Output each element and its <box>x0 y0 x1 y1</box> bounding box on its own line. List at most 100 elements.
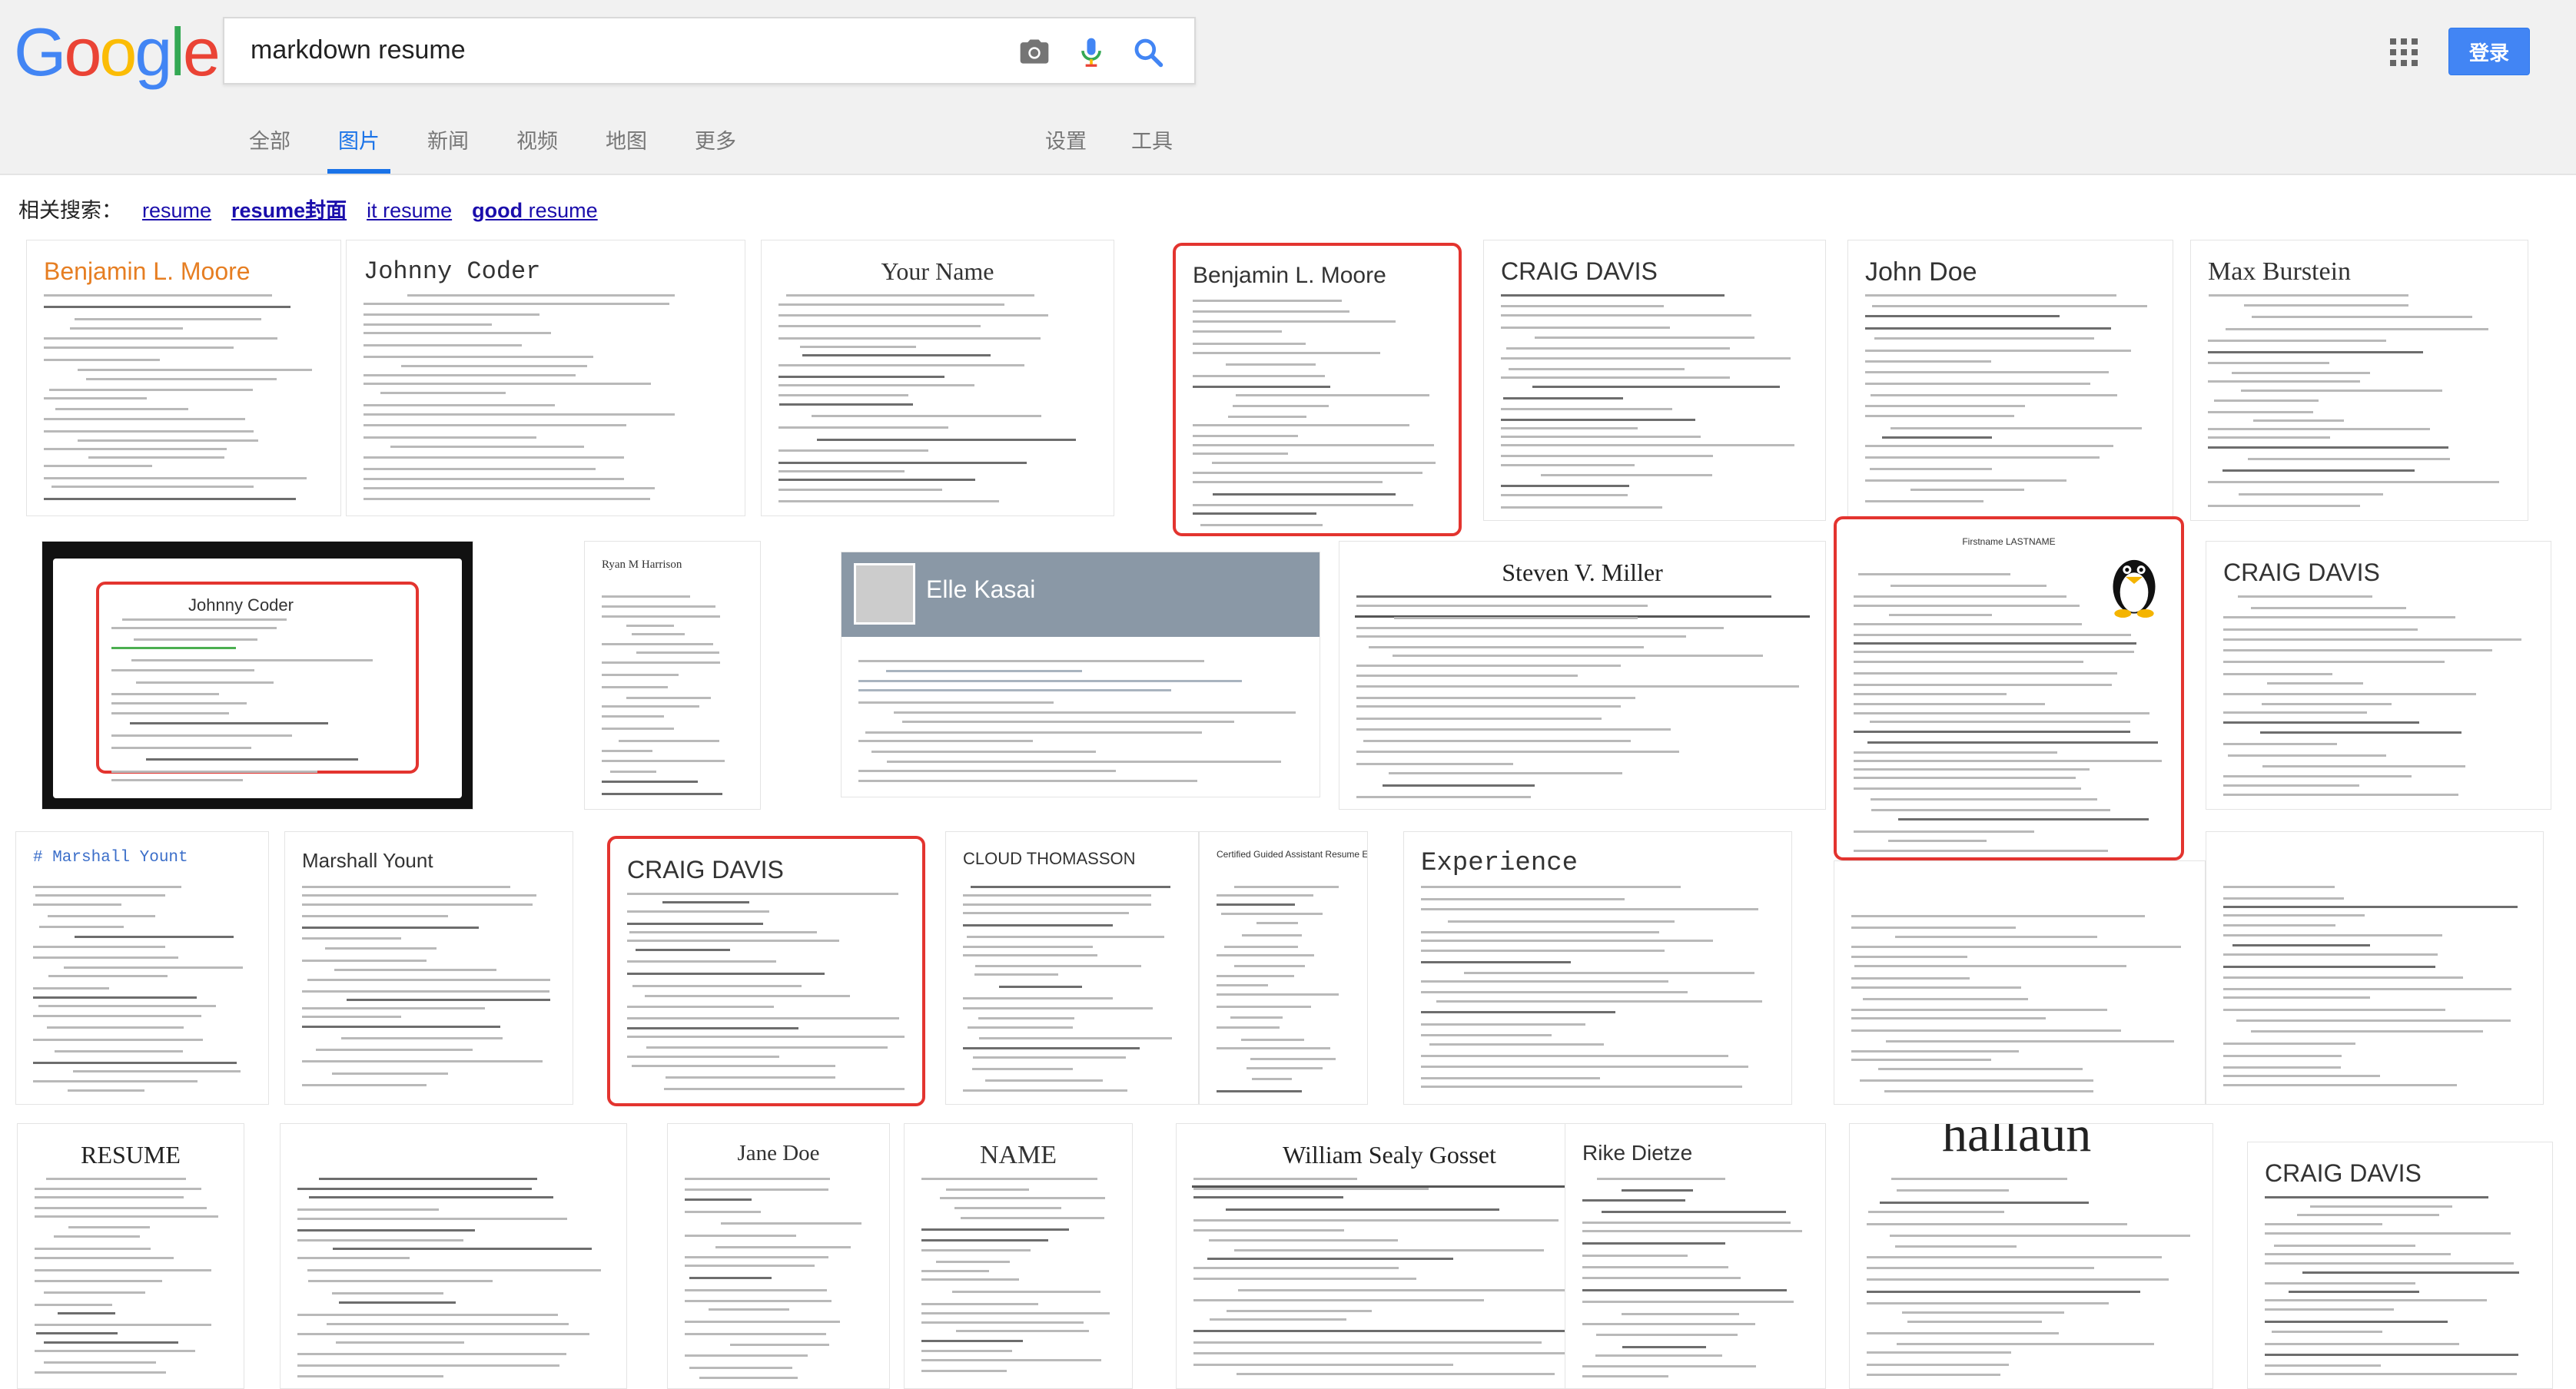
image-result[interactable] <box>280 1123 627 1389</box>
tab-images[interactable]: 图片 <box>327 124 390 174</box>
image-result[interactable]: John Doe <box>1847 240 2173 521</box>
text-line <box>1210 1318 1346 1321</box>
text-line <box>2244 304 2408 307</box>
text-line <box>44 498 296 500</box>
text-line <box>602 615 720 618</box>
image-result[interactable] <box>1834 860 2206 1105</box>
tab-news[interactable]: 新闻 <box>427 124 469 174</box>
image-result[interactable]: Benjamin L. Moore <box>26 240 341 516</box>
image-result[interactable]: Your Name <box>761 240 1114 516</box>
image-result[interactable]: Jane Doe <box>667 1123 890 1389</box>
related-searches: 相关搜索： resume resume封面 it resume good res… <box>18 194 598 224</box>
search-box[interactable]: markdown resume <box>223 17 1196 85</box>
tab-videos[interactable]: 视频 <box>516 124 558 174</box>
result-title: Marshall Yount <box>302 849 433 872</box>
text-line <box>1436 1000 1762 1003</box>
image-result[interactable]: Marshall Yount <box>284 831 573 1105</box>
text-line <box>302 1026 500 1028</box>
text-line <box>2223 1066 2341 1069</box>
text-line <box>2223 693 2476 695</box>
result-title: NAME <box>979 1141 1057 1169</box>
tools-link[interactable]: 工具 <box>1131 124 1173 174</box>
image-result[interactable]: NAME <box>904 1123 1133 1389</box>
text-line <box>1464 972 1754 974</box>
tab-all[interactable]: 全部 <box>249 124 290 174</box>
google-logo[interactable]: Google <box>14 14 221 90</box>
text-line <box>130 722 328 724</box>
image-result[interactable] <box>2206 831 2544 1105</box>
image-result-selected[interactable]: Firstname LASTNAME <box>1834 516 2184 860</box>
image-result[interactable]: CLOUD THOMASSON <box>945 831 1199 1105</box>
image-result[interactable]: Elle Kasai <box>841 552 1320 797</box>
camera-icon[interactable] <box>1017 35 1051 69</box>
search-input[interactable]: markdown resume <box>251 35 466 65</box>
text-line <box>1501 408 1672 410</box>
login-button[interactable]: 登录 <box>2448 28 2530 75</box>
text-line <box>602 605 715 608</box>
text-line <box>1867 1332 2059 1334</box>
text-line <box>1356 796 1531 798</box>
image-result[interactable]: Max Burstein <box>2190 240 2528 521</box>
image-result[interactable]: William Sealy Gosset <box>1176 1123 1603 1389</box>
image-result[interactable]: CRAIG DAVIS <box>2206 541 2551 810</box>
text-line <box>778 314 1048 317</box>
tab-more[interactable]: 更多 <box>695 124 736 174</box>
text-line <box>1867 1302 2109 1304</box>
text-line <box>1582 1277 1741 1279</box>
related-search-link[interactable]: resume <box>142 199 211 223</box>
microphone-icon[interactable] <box>1074 35 1108 69</box>
text-line <box>1193 1188 1429 1190</box>
text-line <box>602 781 698 783</box>
text-line <box>33 996 197 999</box>
text-line <box>35 1248 151 1250</box>
text-line <box>2223 661 2445 663</box>
text-line <box>2223 721 2419 724</box>
text-line <box>1501 376 1730 379</box>
text-line <box>1234 886 1339 888</box>
related-search-link[interactable]: resume封面 <box>231 194 347 224</box>
text-line <box>1193 1278 1416 1280</box>
text-line <box>363 413 675 416</box>
image-result[interactable]: Johnny Coder <box>41 541 473 810</box>
settings-link[interactable]: 设置 <box>1045 124 1087 174</box>
image-result[interactable]: CRAIG DAVIS <box>2247 1142 2553 1389</box>
text-line <box>952 1291 1100 1293</box>
image-result[interactable]: # Marshall Yount <box>15 831 269 1105</box>
apps-grid-icon[interactable] <box>2390 38 2418 66</box>
text-line <box>1854 642 2136 645</box>
image-result[interactable]: Certified Guided Assistant Resume Exampl… <box>1199 831 1368 1105</box>
logo-letter: o <box>64 14 101 90</box>
text-line <box>1874 337 2094 340</box>
text-line <box>2223 1009 2445 1011</box>
text-line <box>1878 1068 2083 1070</box>
image-result[interactable]: Rike Dietze <box>1565 1123 1826 1389</box>
text-line <box>1356 697 1635 699</box>
text-line <box>627 1056 779 1058</box>
text-line <box>685 1235 796 1237</box>
image-result[interactable]: CRAIG DAVIS <box>1483 240 1826 521</box>
text-line <box>297 1375 443 1377</box>
text-line <box>2274 1245 2415 1247</box>
text-line <box>1356 685 1799 688</box>
text-line <box>2223 1043 2355 1045</box>
related-search-link[interactable]: it resume <box>367 199 452 223</box>
related-search-link[interactable]: good resume <box>472 199 598 223</box>
text-line <box>333 1248 592 1250</box>
image-result[interactable]: Steven V. Miller <box>1339 541 1826 810</box>
text-line <box>1867 1374 2000 1376</box>
image-result-selected[interactable]: CRAIG DAVIS <box>607 836 925 1106</box>
image-result[interactable]: Experience <box>1403 831 1792 1105</box>
image-result-selected[interactable]: Benjamin L. Moore <box>1173 243 1462 536</box>
text-line <box>1854 751 2057 754</box>
text-line <box>1602 1211 1786 1213</box>
text-line <box>963 954 1097 956</box>
image-result[interactable]: RESUME <box>17 1123 244 1389</box>
tab-maps[interactable]: 地图 <box>606 124 647 174</box>
image-result[interactable]: Ryan M Harrison <box>584 541 761 810</box>
text-line <box>1356 675 1578 677</box>
search-icon[interactable] <box>1131 35 1165 69</box>
text-line <box>363 487 655 489</box>
text-line <box>1217 903 1295 906</box>
image-result[interactable]: hallaun <box>1849 1123 2213 1389</box>
image-result[interactable]: Johnny Coder <box>346 240 745 516</box>
